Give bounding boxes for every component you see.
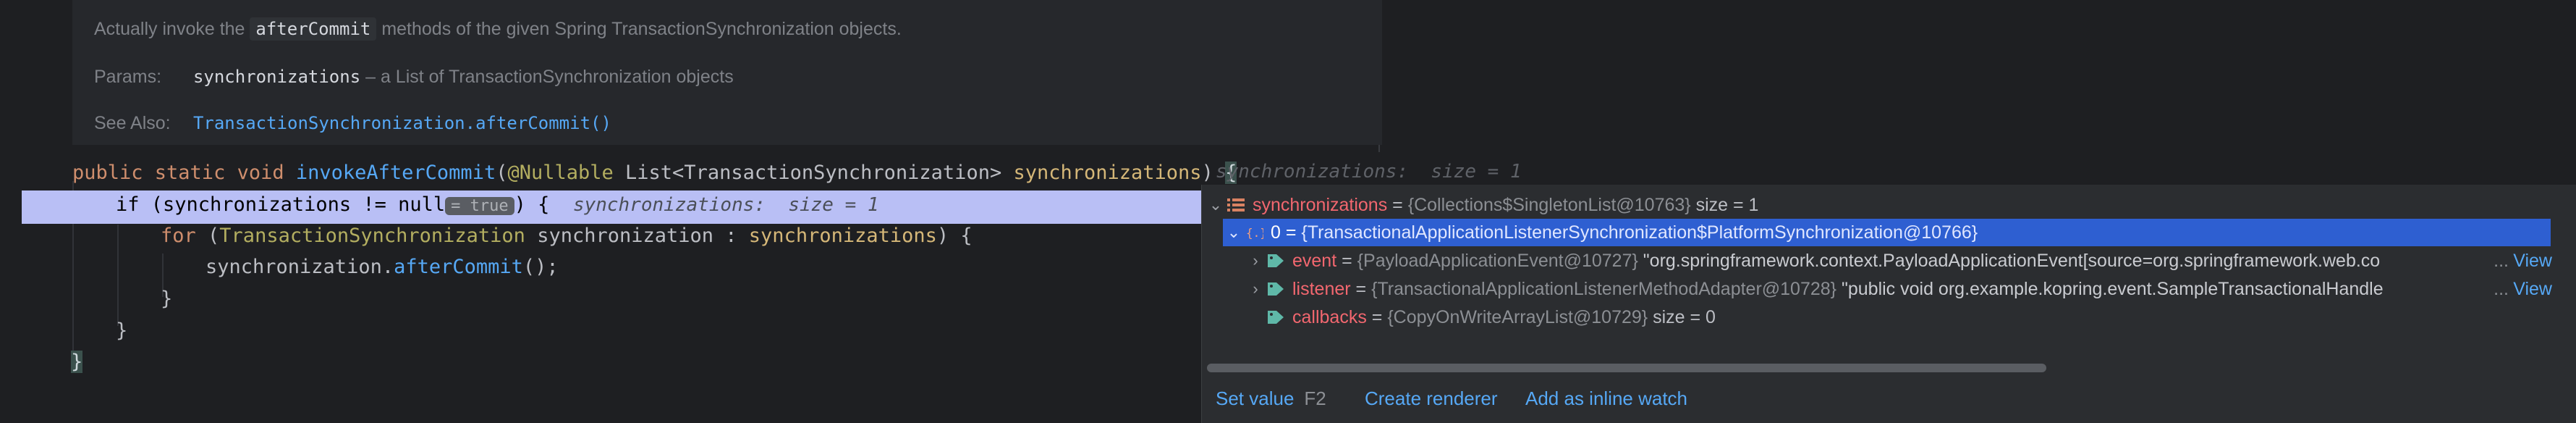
- chevron-right-icon[interactable]: ›: [1245, 251, 1266, 270]
- call-tail: ();: [522, 256, 559, 278]
- variable-name-event: event: [1292, 250, 1337, 271]
- inline-value-hint-if: synchronizations: size = 1: [572, 194, 879, 216]
- tree-row-root[interactable]: ⌄ synchronizations = {Collections$Single…: [1205, 191, 2565, 219]
- inline-true-chip: = true: [445, 197, 514, 215]
- doc-params-code: synchronizations: [192, 67, 361, 87]
- for-paren-close: ) {: [936, 225, 973, 247]
- object-reference-item: {TransactionalApplicationListenerSynchro…: [1301, 222, 1978, 243]
- paren-open: (: [496, 162, 508, 184]
- chevron-down-icon[interactable]: ⌄: [1205, 196, 1226, 214]
- variable-name-callbacks: callbacks: [1292, 306, 1367, 327]
- object-reference-callbacks: {CopyOnWriteArrayList@10729}: [1387, 306, 1648, 327]
- object-reference-event: {PayloadApplicationEvent@10727}: [1357, 250, 1638, 271]
- if-condition-after: ) {: [514, 193, 550, 216]
- inline-value-hint-signature: synchronizations: size = 1: [1216, 161, 1522, 183]
- brace-close-highlight: }: [71, 351, 83, 373]
- editor-gutter[interactable]: [0, 0, 22, 423]
- param-type: List<TransactionSynchronization>: [613, 162, 1014, 184]
- tree-row-listener[interactable]: › listener = {TransactionalApplicationLi…: [1245, 275, 2565, 303]
- string-value-event: "org.springframework.context.PayloadAppl…: [1643, 250, 2381, 271]
- truncation-ellipsis: ...: [2494, 278, 2509, 299]
- doc-see-also: See Also: TransactionSynchronization.aft…: [94, 113, 611, 134]
- element-index: 0 =: [1271, 222, 1302, 243]
- doc-summary: Actually invoke the afterCommit methods …: [94, 17, 902, 41]
- set-value-label: Set value: [1216, 388, 1295, 409]
- tree-row-event[interactable]: › event = {PayloadApplicationEvent@10727…: [1245, 247, 2565, 275]
- doc-params-label: Params:: [94, 67, 162, 87]
- call-method: afterCommit: [394, 256, 523, 278]
- annotation-nullable: @Nullable: [507, 162, 614, 184]
- size-label-root: size = 1: [1690, 194, 1759, 215]
- equals-sign: =: [1350, 278, 1372, 299]
- code-line-after-commit-call[interactable]: synchronization.afterCommit();: [206, 256, 559, 278]
- variable-name-root: synchronizations: [1253, 194, 1388, 215]
- equals-sign: =: [1336, 250, 1357, 271]
- size-label-callbacks: size = 0: [1648, 306, 1716, 327]
- tree-row-selected-item[interactable]: ⌄ {.} 0 = {TransactionalApplicationListe…: [1223, 219, 2551, 246]
- doc-params-desc: – a List of TransactionSynchronization o…: [365, 67, 734, 87]
- object-reference-listener: {TransactionalApplicationListenerMethodA…: [1371, 278, 1837, 299]
- tree-row-callbacks[interactable]: callbacks = {CopyOnWriteArrayList@10729}…: [1266, 303, 2565, 331]
- doc-see-also-label: See Also:: [94, 113, 171, 133]
- keyword-for: for: [161, 225, 208, 247]
- horizontal-scrollbar-thumb[interactable]: [1207, 364, 2046, 372]
- if-condition-text: if (synchronizations != null: [116, 193, 446, 216]
- truncation-ellipsis: ...: [2494, 250, 2509, 271]
- variable-name-listener: listener: [1292, 278, 1351, 299]
- doc-summary-prefix: Actually invoke the: [94, 19, 245, 39]
- object-reference-root: {Collections$SingletonList@10763}: [1407, 194, 1691, 215]
- create-renderer-action[interactable]: Create renderer: [1365, 388, 1498, 410]
- set-value-action[interactable]: Set value F2: [1216, 388, 1326, 410]
- field-tag-icon: [1266, 281, 1285, 297]
- add-inline-watch-action[interactable]: Add as inline watch: [1525, 388, 1687, 410]
- for-iterable: synchronizations: [748, 225, 937, 247]
- array-element-icon: {.}: [1245, 225, 1267, 240]
- for-paren-open: (: [208, 225, 220, 247]
- equals-sign: =: [1366, 306, 1388, 327]
- set-value-shortcut: F2: [1304, 388, 1326, 409]
- rendered-javadoc[interactable]: Actually invoke the afterCommit methods …: [72, 0, 1382, 145]
- view-link-event[interactable]: View: [2513, 251, 2552, 272]
- field-tag-icon: [1266, 309, 1285, 325]
- code-line-close-method[interactable]: }: [71, 351, 83, 373]
- code-line-if-condition[interactable]: if (synchronizations != null = true) { sy…: [116, 193, 879, 216]
- indent-guide: [117, 225, 119, 326]
- doc-params: Params: synchronizations – a List of Tra…: [94, 67, 734, 88]
- string-value-listener: "public void org.example.kopring.event.S…: [1841, 278, 2384, 299]
- doc-summary-code: afterCommit: [250, 17, 377, 41]
- for-type: TransactionSynchronization: [219, 225, 525, 247]
- doc-summary-suffix: methods of the given Spring TransactionS…: [381, 19, 902, 39]
- for-variable: synchronization :: [525, 225, 749, 247]
- method-name: invokeAfterCommit: [295, 162, 496, 184]
- chevron-right-icon[interactable]: ›: [1245, 280, 1266, 298]
- equals-sign: =: [1387, 194, 1408, 215]
- field-tag-icon: [1266, 253, 1285, 269]
- code-line-method-signature[interactable]: public static void invokeAfterCommit(@Nu…: [72, 162, 1237, 184]
- view-link-listener[interactable]: View: [2513, 279, 2552, 300]
- code-line-close-for[interactable]: }: [161, 288, 172, 310]
- keyword-public-static-void: public static void: [72, 162, 296, 184]
- list-field-icon: [1226, 197, 1245, 213]
- code-line-close-if[interactable]: }: [116, 319, 127, 342]
- code-line-for-loop[interactable]: for (TransactionSynchronization synchron…: [161, 225, 973, 247]
- call-receiver: synchronization.: [206, 256, 394, 278]
- doc-see-also-link[interactable]: TransactionSynchronization.afterCommit(): [193, 113, 611, 133]
- param-name: synchronizations: [1013, 162, 1202, 184]
- chevron-down-icon[interactable]: ⌄: [1223, 223, 1245, 242]
- svg-text:{.}: {.}: [1246, 226, 1263, 240]
